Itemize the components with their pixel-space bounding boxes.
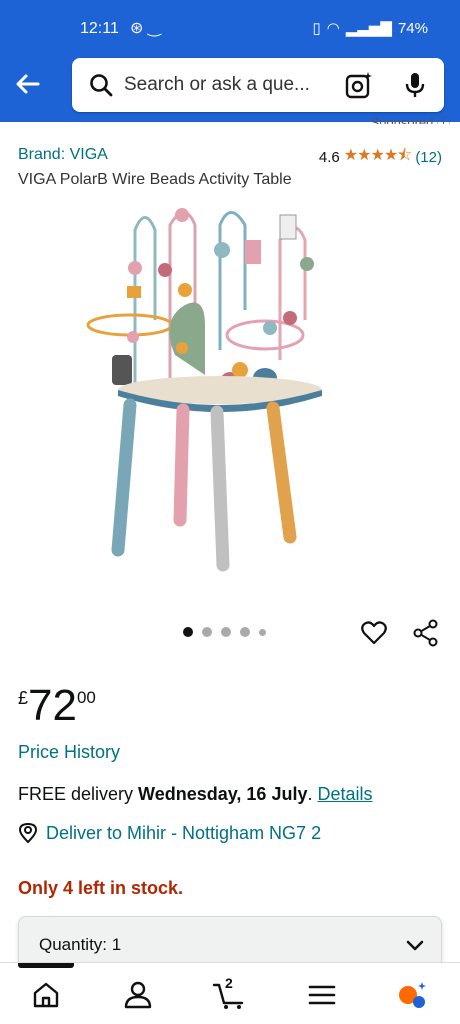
search-input[interactable] (124, 70, 334, 100)
status-time: 12:11 (80, 20, 119, 37)
delivery-suffix: . (307, 784, 318, 804)
rating[interactable]: 4.6 ★★★★⯪ (12) (319, 144, 442, 171)
carousel-dot[interactable] (202, 627, 212, 637)
delivery-date: Wednesday, 16 July (138, 784, 308, 804)
brand-link[interactable]: Brand: VIGA (18, 146, 108, 164)
carousel-dot[interactable] (259, 628, 266, 636)
battery-level: 74% (397, 19, 428, 37)
menu-icon[interactable] (306, 979, 338, 1011)
deliver-to-text: Deliver to Mihir - Nottigham NG7 2 (46, 822, 322, 843)
heart-icon[interactable] (360, 619, 388, 647)
deliver-to-link[interactable]: Deliver to Mihir - Nottigham NG7 2 (18, 822, 321, 844)
price-whole: 72 (28, 681, 77, 730)
home-icon[interactable] (30, 979, 62, 1011)
status-right: ▯ ◠ ▂▃▅▇ 74% (312, 19, 428, 38)
wifi-icon: ◠ (326, 20, 340, 37)
location-pin-icon (18, 822, 38, 844)
sponsored-label[interactable]: Sponsored ⓘ (370, 112, 450, 124)
quantity-label: Quantity: 1 (39, 935, 122, 954)
carousel-dot-active[interactable] (183, 627, 193, 637)
review-count[interactable]: (12) (415, 149, 442, 166)
delivery-prefix: FREE delivery (18, 784, 139, 804)
ai-assistant-icon[interactable] (396, 979, 428, 1011)
header (0, 48, 460, 122)
rating-stars: ★★★★⯪ (343, 147, 413, 164)
sponsored-text: Sponsored (370, 115, 434, 124)
status-notification-icons: ⊛ ‿ (130, 20, 161, 37)
search-bar[interactable] (72, 58, 444, 112)
camera-lens-icon[interactable] (344, 70, 374, 100)
bottom-nav: 2 (0, 962, 460, 1024)
delivery-info: FREE delivery Wednesday, 16 July. Detail… (18, 784, 373, 805)
delivery-details-link[interactable]: Details (317, 784, 372, 804)
cart-count: 2 (225, 975, 233, 991)
nav-active-indicator (18, 963, 74, 968)
image-carousel-dots (183, 627, 266, 637)
rating-value: 4.6 (318, 149, 340, 166)
vibrate-icon: ▯ (312, 20, 321, 37)
stock-status: Only 4 left in stock. (18, 878, 184, 898)
mic-icon[interactable] (400, 70, 430, 100)
price-currency: £ (18, 688, 29, 708)
price: £ 72 00 (18, 684, 96, 728)
carousel-dot[interactable] (240, 627, 250, 637)
price-fraction: 00 (76, 688, 96, 707)
signal-icon: ▂▃▅▇ (345, 20, 392, 37)
product-image[interactable] (80, 200, 380, 580)
product-title: VIGA PolarB Wire Beads Activity Table (18, 171, 292, 188)
back-arrow-icon[interactable] (12, 68, 44, 100)
account-icon[interactable] (122, 979, 154, 1011)
search-icon (90, 74, 113, 97)
price-history-link[interactable]: Price History (18, 742, 120, 763)
chevron-down-icon (406, 940, 424, 951)
carousel-dot[interactable] (221, 627, 231, 637)
share-icon[interactable] (412, 619, 440, 647)
